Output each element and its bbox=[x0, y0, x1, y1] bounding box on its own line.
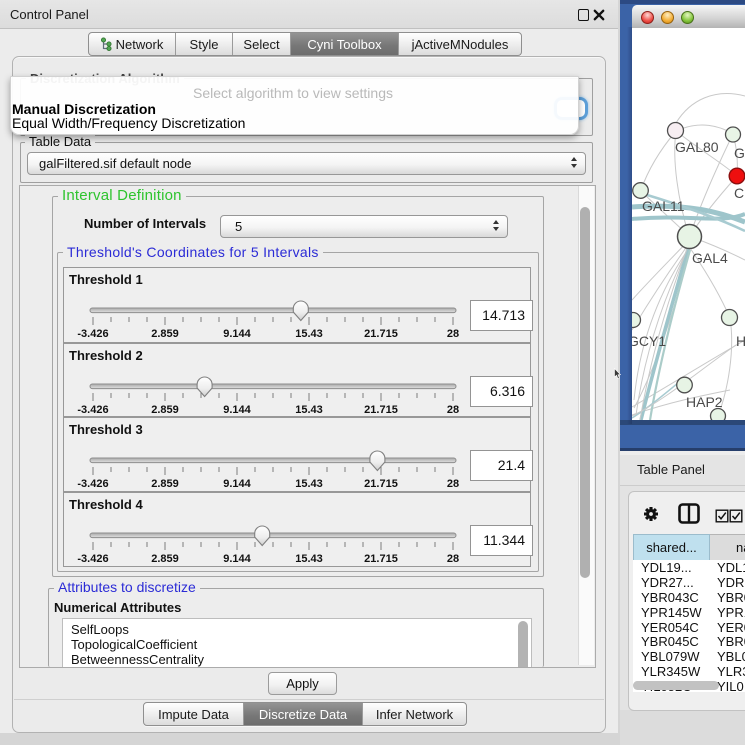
svg-text:GA: GA bbox=[734, 145, 745, 161]
svg-text:9.144: 9.144 bbox=[223, 553, 251, 565]
svg-text:GAL80: GAL80 bbox=[675, 139, 719, 155]
svg-text:15.43: 15.43 bbox=[295, 478, 323, 490]
svg-text:GAL4: GAL4 bbox=[692, 250, 728, 266]
svg-text:9.144: 9.144 bbox=[223, 478, 251, 490]
svg-text:21.715: 21.715 bbox=[364, 404, 398, 416]
svg-text:2.859: 2.859 bbox=[151, 478, 179, 490]
svg-text:C: C bbox=[734, 185, 744, 201]
svg-text:21.715: 21.715 bbox=[364, 553, 398, 565]
svg-text:HAP2: HAP2 bbox=[686, 394, 723, 410]
svg-text:-3.426: -3.426 bbox=[77, 328, 108, 340]
svg-text:2.859: 2.859 bbox=[151, 328, 179, 340]
svg-text:GCY1: GCY1 bbox=[632, 333, 666, 349]
svg-text:-3.426: -3.426 bbox=[77, 553, 108, 565]
svg-text:21.715: 21.715 bbox=[364, 478, 398, 490]
svg-text:15.43: 15.43 bbox=[295, 553, 323, 565]
svg-text:-3.426: -3.426 bbox=[77, 478, 108, 490]
svg-text:28: 28 bbox=[447, 328, 459, 340]
svg-text:28: 28 bbox=[447, 404, 459, 416]
svg-text:9.144: 9.144 bbox=[223, 404, 251, 416]
svg-text:21.715: 21.715 bbox=[364, 328, 398, 340]
svg-text:9.144: 9.144 bbox=[223, 328, 251, 340]
svg-text:-3.426: -3.426 bbox=[77, 404, 108, 416]
svg-text:2.859: 2.859 bbox=[151, 553, 179, 565]
svg-text:GAL11: GAL11 bbox=[642, 198, 685, 214]
svg-text:15.43: 15.43 bbox=[295, 404, 323, 416]
svg-text:28: 28 bbox=[447, 478, 459, 490]
svg-text:H: H bbox=[736, 333, 745, 349]
svg-text:2.859: 2.859 bbox=[151, 404, 179, 416]
svg-text:15.43: 15.43 bbox=[295, 328, 323, 340]
svg-text:28: 28 bbox=[447, 553, 459, 565]
